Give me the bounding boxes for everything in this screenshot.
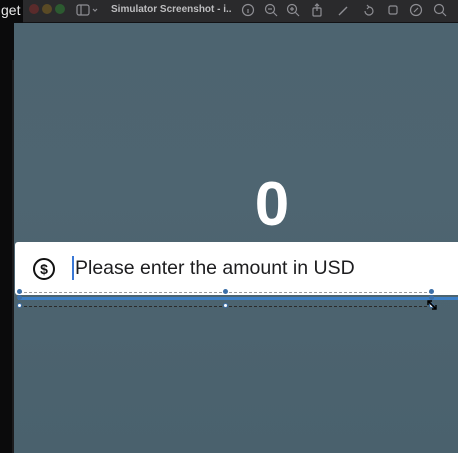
rotate-button[interactable] (361, 2, 377, 18)
pen-icon (338, 6, 348, 16)
amount-input-placeholder: Please enter the amount in USD (75, 257, 355, 279)
share-button[interactable] (309, 2, 325, 18)
rotate-icon (364, 4, 374, 16)
resize-handle-top-left[interactable] (17, 289, 22, 294)
window-title-bar: get Simulator Screenshot - i... (0, 0, 458, 23)
amount-input-field[interactable]: $ Please enter the amount in USD (15, 242, 458, 295)
sidebar-toggle-button[interactable] (76, 3, 100, 17)
resize-cursor-icon (427, 300, 437, 310)
info-button[interactable] (240, 2, 256, 18)
minimize-window-button[interactable] (42, 4, 52, 14)
search-icon (433, 3, 447, 17)
resize-handle-bottom-middle[interactable] (223, 303, 228, 308)
search-button[interactable] (432, 2, 448, 18)
share-icon (312, 3, 322, 17)
markup-pen-button[interactable] (336, 2, 352, 18)
resize-handle-top-right[interactable] (429, 289, 434, 294)
macos-window: get Simulator Screenshot - i... 0 $ Plea… (0, 0, 458, 453)
text-caret (72, 256, 74, 280)
input-underline (18, 297, 458, 300)
simulator-screen: 0 $ Please enter the amount in USD (14, 23, 458, 453)
resize-handle-middle-left[interactable] (17, 295, 22, 300)
resize-handle-top-middle[interactable] (223, 289, 228, 294)
info-icon (241, 3, 255, 17)
zoom-in-button[interactable] (285, 2, 301, 18)
dollar-circle-icon: $ (33, 258, 55, 280)
markup-icon (409, 3, 423, 17)
zoom-in-icon (286, 3, 300, 17)
close-window-button[interactable] (29, 4, 39, 14)
converted-amount-label: 0 (254, 170, 290, 239)
zoom-out-icon (264, 3, 278, 17)
zoom-out-button[interactable] (263, 2, 279, 18)
svg-text:$: $ (40, 261, 48, 277)
crop-button[interactable] (385, 2, 401, 18)
resize-handle-bottom-left[interactable] (17, 303, 22, 308)
markup-button[interactable] (408, 2, 424, 18)
zoom-window-button[interactable] (55, 4, 65, 14)
background-app-text: get (0, 0, 23, 23)
square-icon (388, 5, 398, 15)
window-title: Simulator Screenshot - i... (111, 4, 231, 15)
sidebar-icon (76, 4, 98, 16)
